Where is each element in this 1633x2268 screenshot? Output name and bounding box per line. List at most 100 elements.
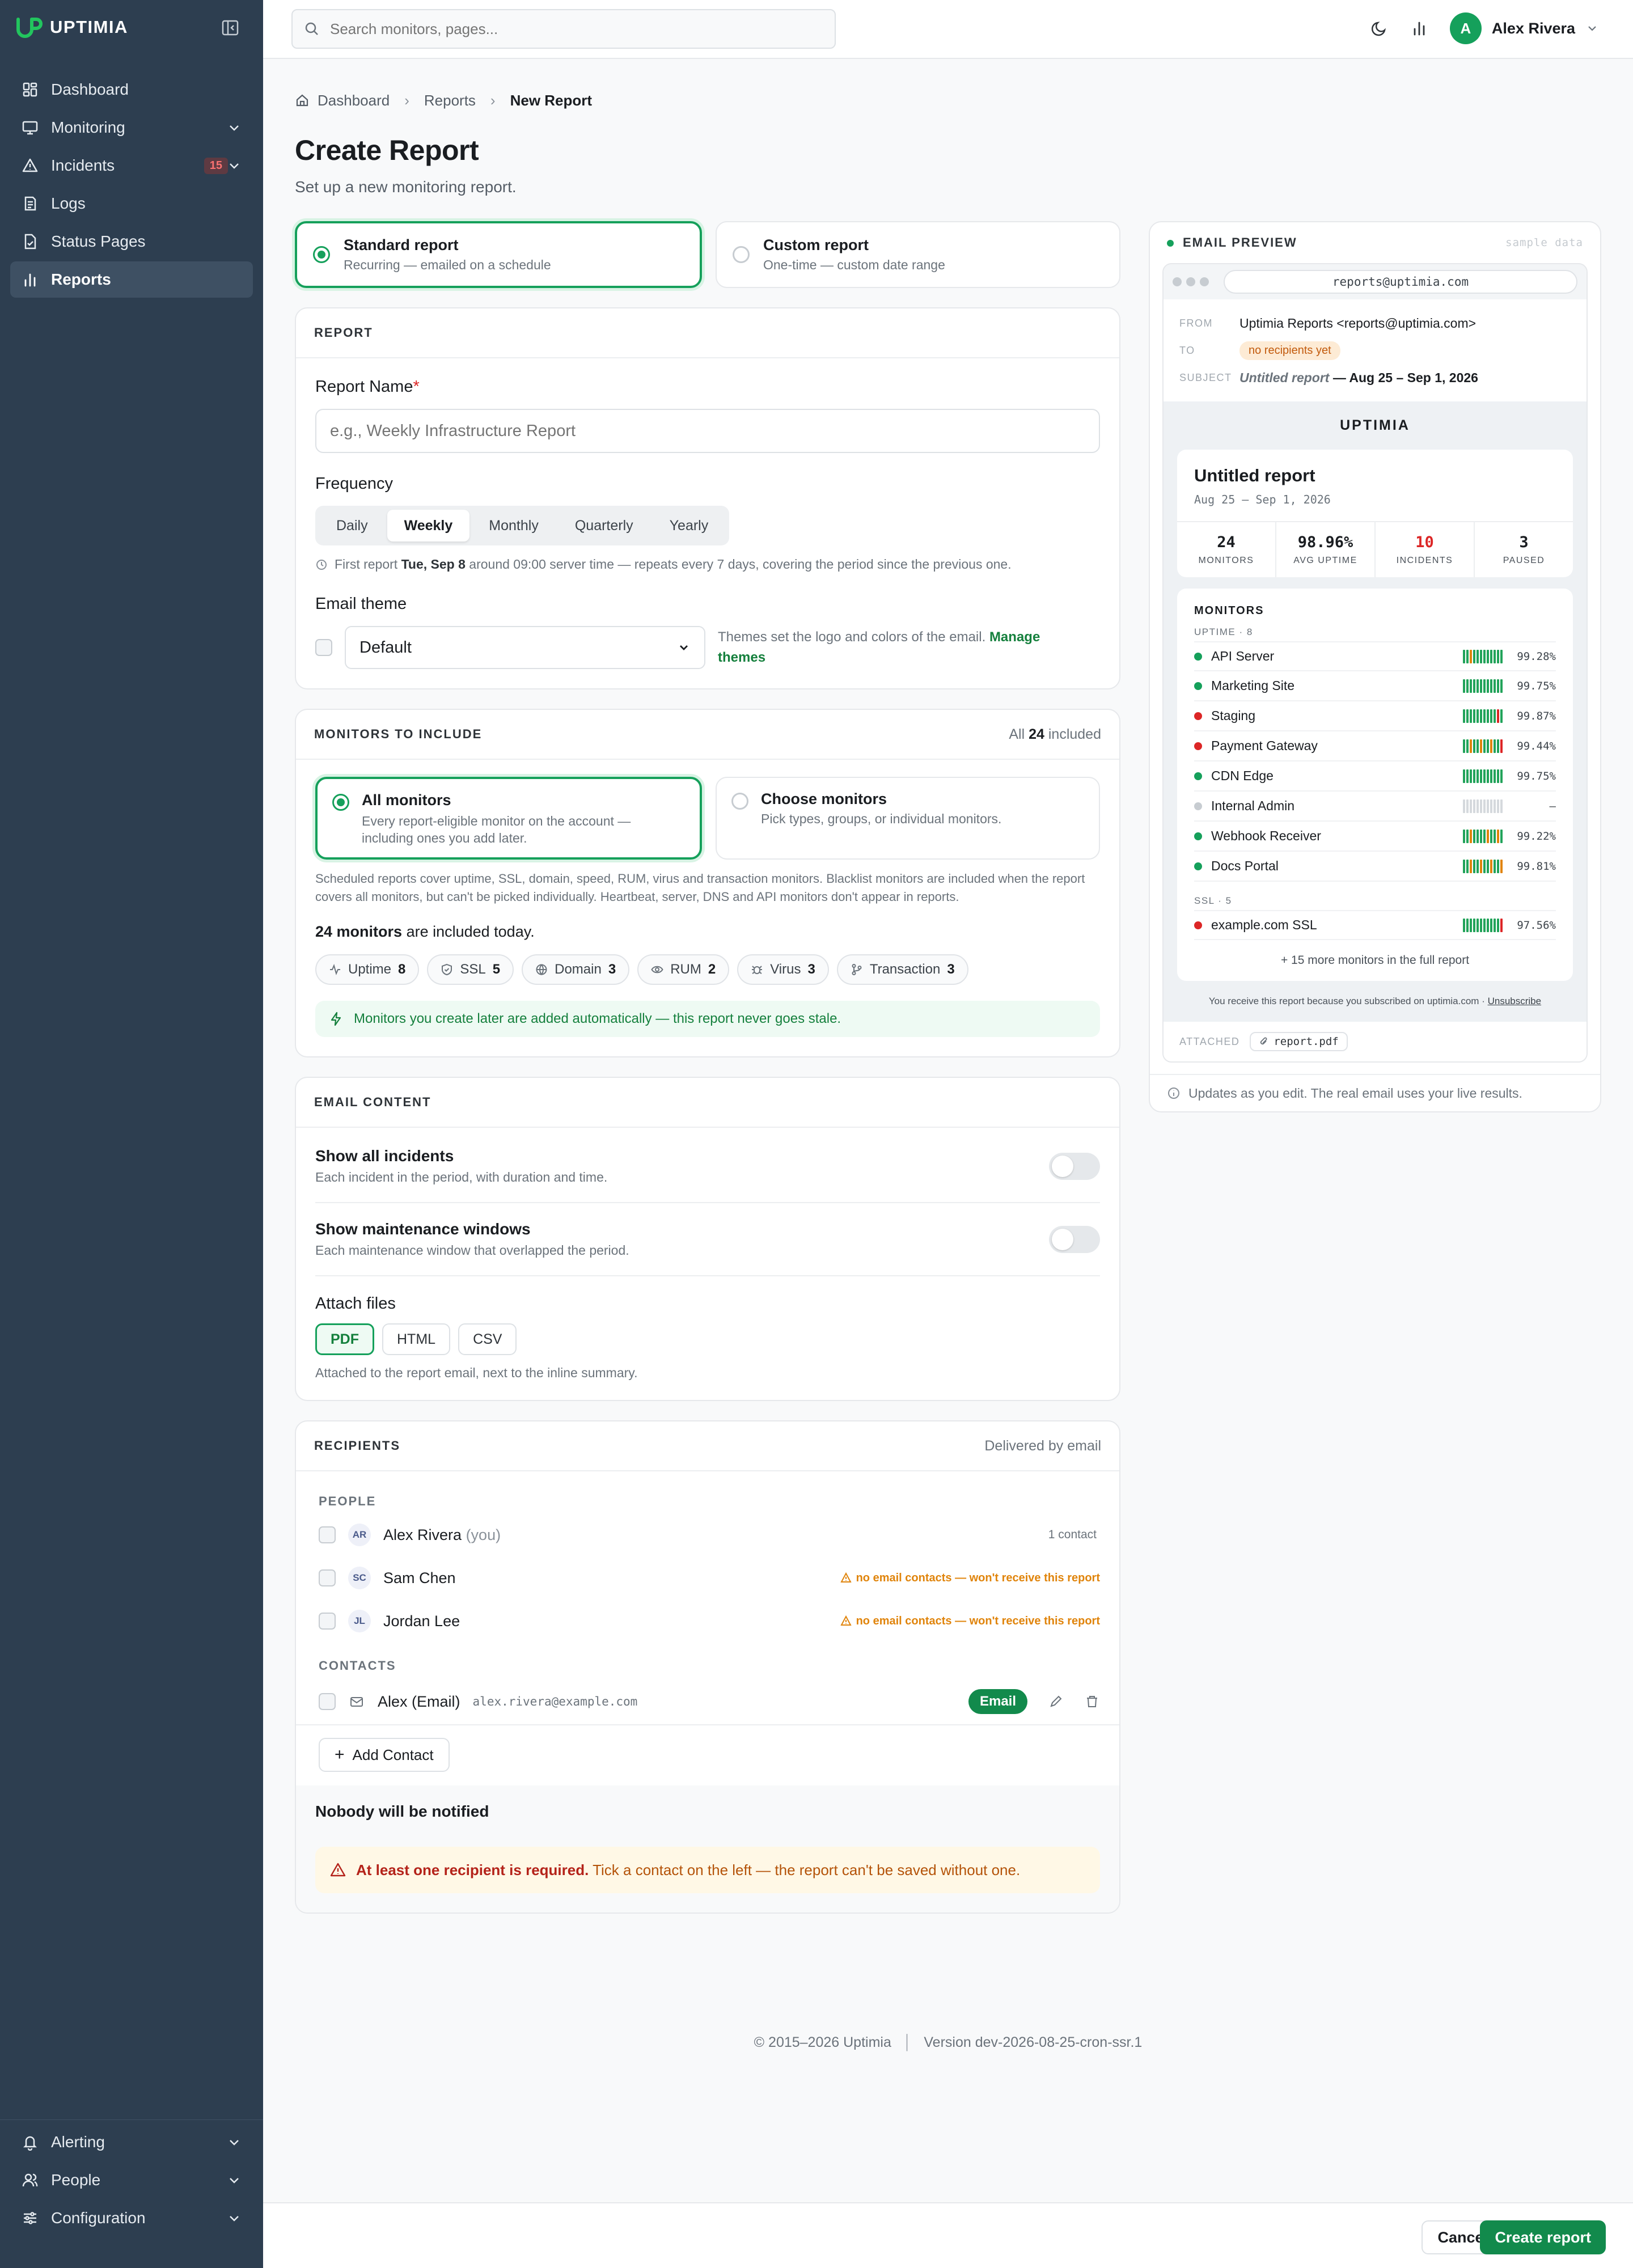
status-page-icon xyxy=(24,234,36,249)
uptime-bar xyxy=(1480,799,1482,813)
collapse-sidebar-icon[interactable] xyxy=(221,19,239,37)
uptime-bar xyxy=(1480,769,1482,783)
uptime-bar xyxy=(1466,709,1469,723)
uptime-bars xyxy=(1463,769,1503,783)
sidebar-nav: Dashboard Monitoring Incidents 15 Logs S… xyxy=(10,71,253,299)
uptime-bars xyxy=(1463,918,1503,932)
frequency-quarterly[interactable]: Quarterly xyxy=(558,510,650,541)
frequency-monthly[interactable]: Monthly xyxy=(472,510,556,541)
email-subject: Untitled report — Aug 25 – Sep 1, 2026 xyxy=(1239,370,1478,385)
attach-csv-button[interactable]: CSV xyxy=(458,1323,517,1355)
stat-value: 24 xyxy=(1217,534,1236,551)
pencil-icon[interactable] xyxy=(1048,1694,1064,1710)
frequency-daily[interactable]: Daily xyxy=(319,510,385,541)
no-recipients-badge: no recipients yet xyxy=(1239,341,1340,360)
breadcrumb-dashboard[interactable]: Dashboard xyxy=(318,92,390,109)
sidebar-item-monitoring[interactable]: Monitoring xyxy=(10,109,253,146)
sidebar-item-incidents[interactable]: Incidents 15 xyxy=(10,147,253,184)
uptime-percent: 99.22% xyxy=(1517,830,1556,843)
recipient-checkbox[interactable] xyxy=(319,1526,336,1543)
uptime-percent: 99.87% xyxy=(1517,709,1556,722)
choose-monitors-radio[interactable] xyxy=(731,793,748,810)
stat-cell: 3 PAUSED xyxy=(1475,522,1573,577)
breadcrumb-reports[interactable]: Reports xyxy=(424,92,476,109)
uptime-bar xyxy=(1480,709,1482,723)
uptime-bar xyxy=(1487,679,1489,693)
sidebar-item-reports[interactable]: Reports xyxy=(10,261,253,298)
toggle-title: Show maintenance windows xyxy=(315,1220,531,1238)
recipient-checkbox[interactable] xyxy=(319,1569,336,1586)
bar-chart-icon[interactable] xyxy=(1410,19,1428,37)
sample-data-label: sample data xyxy=(1505,236,1583,249)
uptime-bar xyxy=(1500,859,1503,873)
search-input[interactable] xyxy=(330,20,823,38)
show-incidents-row: Show all incidents Each incident in the p… xyxy=(315,1130,1100,1203)
contact-checkbox[interactable] xyxy=(319,1693,336,1710)
show-maintenance-row: Show maintenance windows Each maintenance… xyxy=(315,1203,1100,1276)
sender-address-bar: reports@uptimia.com xyxy=(1224,270,1577,294)
status-dot xyxy=(1194,682,1202,690)
create-report-button[interactable]: Create report xyxy=(1480,2220,1606,2254)
email-theme-select[interactable]: Default xyxy=(345,626,705,669)
sidebar-item-logs[interactable]: Logs xyxy=(10,185,253,222)
logs-icon xyxy=(24,196,36,211)
all-monitors-radio[interactable] xyxy=(332,794,349,811)
chevron-down-icon xyxy=(680,645,688,650)
clock-icon xyxy=(316,559,327,570)
report-name-input[interactable] xyxy=(315,409,1100,453)
brand-logo[interactable]: UPTIMIA xyxy=(15,15,128,40)
uptime-bar xyxy=(1466,918,1469,932)
uptime-bar xyxy=(1500,649,1503,663)
frequency-weekly[interactable]: Weekly xyxy=(387,510,470,541)
monitor-row: example.com SSL 97.56% xyxy=(1194,910,1556,940)
sidebar-item-configuration[interactable]: Configuration xyxy=(10,2200,253,2236)
custom-report-option[interactable]: Custom report One-time — custom date ran… xyxy=(716,221,1120,288)
monitor-group-label: UPTIME · 8 xyxy=(1194,627,1253,637)
chevron-down-icon xyxy=(230,2178,239,2184)
warning-icon xyxy=(330,1863,346,1877)
standard-report-option[interactable]: Standard report Recurring — emailed on a… xyxy=(295,221,702,288)
uptime-bar xyxy=(1490,649,1492,663)
info-icon xyxy=(1168,1088,1179,1099)
recipient-checkbox[interactable] xyxy=(319,1613,336,1630)
custom-report-radio[interactable] xyxy=(733,246,750,263)
all-monitors-option[interactable]: All monitors Every report-eligible monito… xyxy=(315,777,702,860)
chip-uptime: Uptime 8 xyxy=(315,954,420,985)
status-dot xyxy=(1194,862,1202,870)
uptime-percent: 99.28% xyxy=(1517,650,1556,663)
attach-file-options: PDF HTML CSV xyxy=(315,1323,1100,1355)
uptime-bar xyxy=(1500,918,1503,932)
card-header: RECIPIENTS Delivered by email xyxy=(296,1421,1119,1471)
frequency-segmented-control: Daily Weekly Monthly Quarterly Yearly xyxy=(315,506,730,545)
more-monitors-text: + 15 more monitors in the full report xyxy=(1280,954,1470,967)
unsubscribe-link[interactable]: Unsubscribe xyxy=(1488,996,1542,1006)
email-theme-row: Default Themes set the logo and colors o… xyxy=(315,626,1100,669)
show-incidents-toggle[interactable] xyxy=(1049,1152,1100,1180)
sidebar-item-status-pages[interactable]: Status Pages xyxy=(10,223,253,260)
monitors-heading: MONITORS xyxy=(1194,604,1264,617)
trash-icon[interactable] xyxy=(1084,1694,1100,1710)
attach-html-button[interactable]: HTML xyxy=(382,1323,451,1355)
choose-monitors-option[interactable]: Choose monitors Pick types, groups, or in… xyxy=(716,777,1100,860)
frequency-yearly[interactable]: Yearly xyxy=(653,510,726,541)
moon-icon[interactable] xyxy=(1370,19,1389,37)
user-menu[interactable]: A Alex Rivera xyxy=(1449,12,1599,44)
option-title: Standard report xyxy=(344,236,459,253)
sidebar-item-dashboard[interactable]: Dashboard xyxy=(10,71,253,108)
recipient-required-error: At least one recipient is required. Tick… xyxy=(315,1847,1100,1893)
show-maintenance-toggle[interactable] xyxy=(1049,1225,1100,1253)
uptime-percent: 99.75% xyxy=(1517,679,1556,692)
sidebar-item-people[interactable]: People xyxy=(10,2162,253,2198)
search-box[interactable] xyxy=(291,9,836,49)
bell-icon xyxy=(23,2136,37,2151)
add-contact-button[interactable]: + Add Contact xyxy=(319,1738,450,1772)
window-chrome: reports@uptimia.com xyxy=(1164,264,1587,299)
uptime-bar xyxy=(1477,709,1479,723)
attach-pdf-button[interactable]: PDF xyxy=(315,1323,374,1355)
bug-icon xyxy=(752,966,763,974)
sidebar-item-alerting[interactable]: Alerting xyxy=(10,2124,253,2160)
standard-report-radio[interactable] xyxy=(313,246,330,263)
uptime-bar xyxy=(1480,679,1482,693)
uptime-bar xyxy=(1473,679,1475,693)
uptime-bar xyxy=(1483,739,1486,753)
